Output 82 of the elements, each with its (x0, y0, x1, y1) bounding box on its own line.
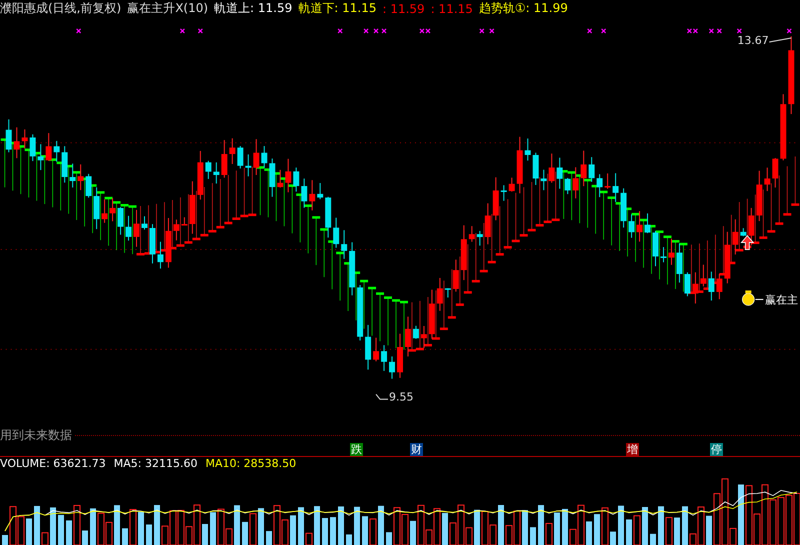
indicator-readout: 軌道上: 11.59 (214, 0, 292, 18)
volume-bar (610, 532, 616, 545)
volume-bar (354, 506, 360, 545)
volume-bar (546, 523, 552, 545)
indicator-readout: : 11.15 (430, 2, 473, 16)
volume-bar (154, 505, 160, 545)
volume-bar (42, 532, 48, 545)
volume-bar (202, 524, 208, 545)
volume-bar (522, 510, 528, 545)
indicator-readout: 軌道下: 11.15 (298, 0, 376, 18)
low-price-label: 9.55 (389, 390, 414, 404)
volume-readout: MA10: 28538.50 (205, 457, 296, 470)
volume-bar (738, 484, 744, 545)
volume-bar (58, 515, 64, 545)
volume-bar (338, 506, 344, 545)
volume-bar (266, 531, 272, 545)
volume-bar (306, 532, 312, 545)
signal-badge: 财 (410, 443, 423, 456)
volume-bar (658, 506, 664, 545)
volume-bar (74, 505, 80, 545)
volume-bar (706, 516, 712, 545)
volume-bar (594, 514, 600, 545)
volume-bar (26, 518, 32, 545)
up-arrow-icon (740, 234, 754, 250)
volume-bar (146, 524, 152, 545)
volume-bar (130, 509, 136, 545)
volume-bar (138, 512, 144, 545)
volume-bar (34, 506, 40, 545)
volume-bar (618, 506, 624, 545)
volume-bar (2, 535, 8, 545)
volume-bar (586, 522, 592, 545)
volume-bar (642, 507, 648, 545)
volume-readout: MA5: 32115.60 (114, 457, 198, 470)
volume-bar (378, 506, 384, 545)
volume-bar (602, 508, 608, 545)
indicator-readout: 趋势轨①: 11.99 (478, 0, 568, 18)
volume-readout: VOLUME: 63621.73 (0, 457, 106, 470)
volume-bar (674, 518, 680, 545)
volume-bar (290, 515, 296, 545)
volume-bar (258, 508, 264, 545)
volume-bar (250, 513, 256, 545)
indicator-readout: : 11.59 (382, 2, 425, 16)
indicator-name: 赢在主升X(10) (127, 0, 208, 18)
volume-bar (530, 527, 536, 545)
volume-bar (474, 510, 480, 545)
volume-bar (370, 518, 376, 545)
volume-bar (386, 532, 392, 545)
volume-bar (322, 518, 328, 545)
volume-bar (562, 509, 568, 545)
volume-bar (538, 505, 544, 545)
volume-bar (498, 505, 504, 545)
volume-bar (346, 534, 352, 545)
volume-bar (330, 517, 336, 545)
volume-bar (626, 520, 632, 545)
high-price-label: 13.67 (737, 34, 769, 47)
volume-bar (682, 506, 688, 545)
volume-bar (210, 512, 216, 545)
volume-bar (650, 534, 656, 545)
volume-bar (554, 512, 560, 545)
volume-bar (314, 506, 320, 545)
volume-bar (634, 515, 640, 545)
volume-bar (410, 521, 416, 545)
leader-line (754, 298, 764, 300)
volume-bar (298, 507, 304, 545)
volume-bar (82, 530, 88, 545)
volume-bar (666, 517, 672, 545)
signal-badge: 停 (710, 443, 723, 456)
volume-bar (442, 513, 448, 545)
volume-bar (234, 505, 240, 545)
volume-bar (122, 528, 128, 545)
volume-bar (242, 522, 248, 545)
future-data-note: 用到未来数据 (0, 426, 72, 444)
volume-bar (90, 508, 96, 545)
money-bag-icon (742, 290, 755, 306)
volume-bar (362, 516, 368, 545)
volume-bar (50, 508, 56, 545)
volume-bar (114, 505, 120, 545)
signal-label: 赢在主 (765, 293, 798, 306)
volume-bar (66, 520, 72, 545)
stock-title: 濮阳惠成(日线,前复权) (0, 0, 122, 18)
signal-badge: 增 (626, 443, 639, 456)
signal-badge: 跌 (350, 443, 363, 456)
